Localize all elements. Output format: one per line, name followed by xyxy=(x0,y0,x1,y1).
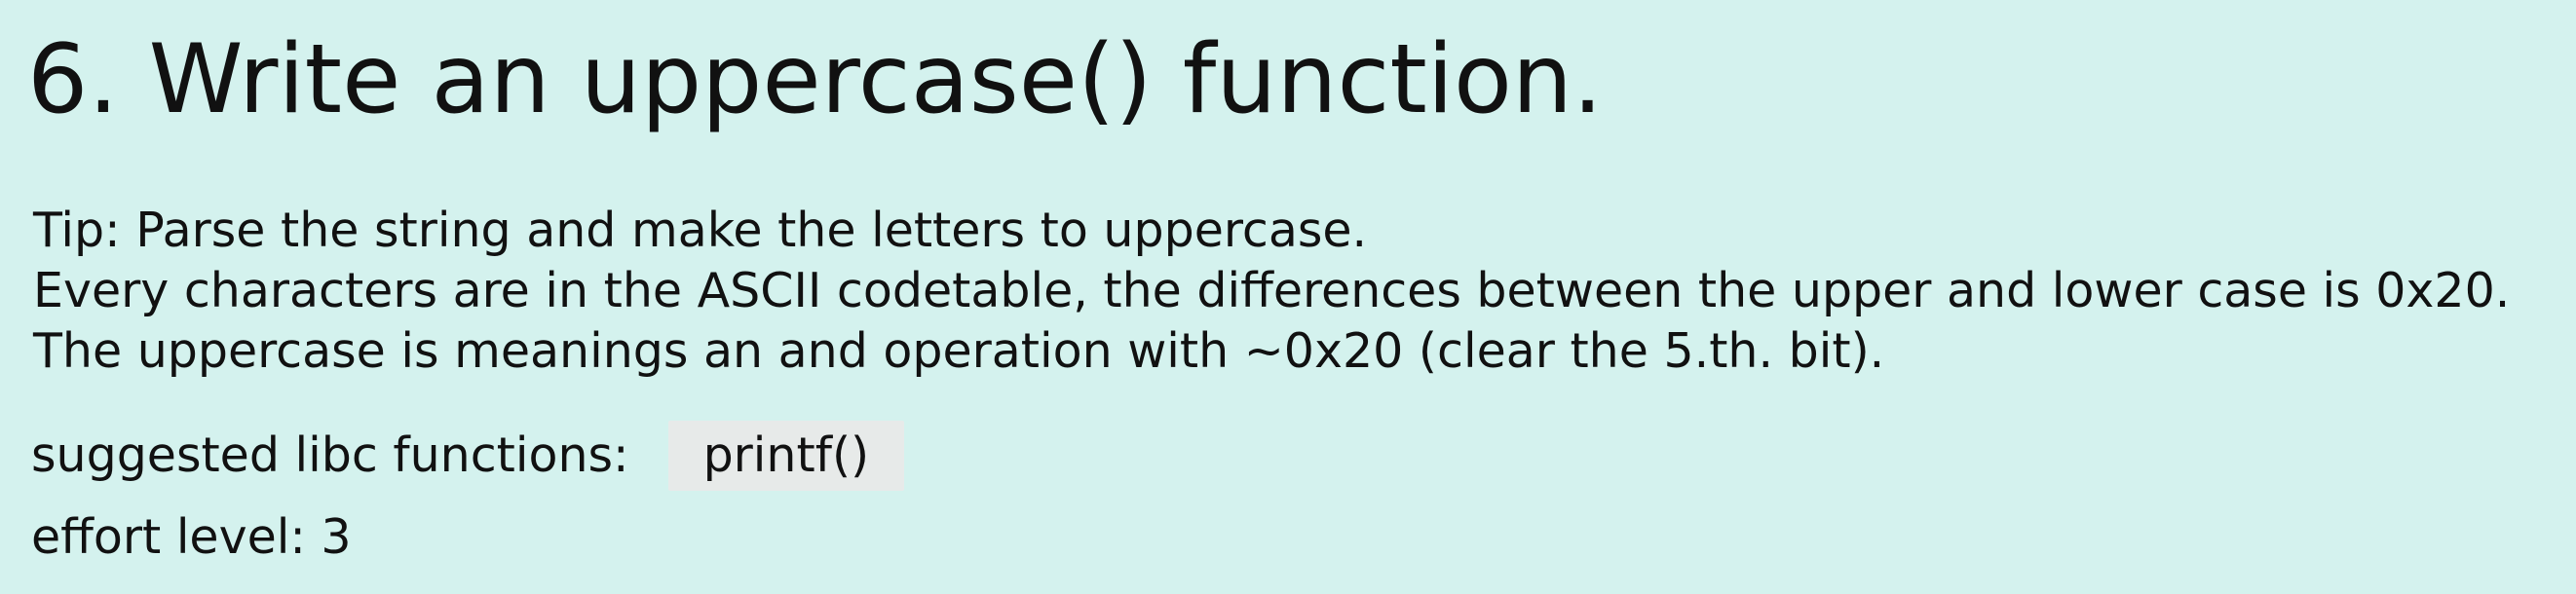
suggested-libc-row: suggested libc functions: printf() xyxy=(31,421,905,491)
tip-paragraph: Tip: Parse the string and make the lette… xyxy=(33,201,2510,382)
effort-level: effort level: 3 xyxy=(31,509,352,565)
libc-function-chip: printf() xyxy=(667,421,905,491)
tip-line: Tip: Parse the string and make the lette… xyxy=(33,203,1368,258)
tip-line: The uppercase is meanings an and operati… xyxy=(33,323,1885,379)
tip-line: Every characters are in the ASCII codeta… xyxy=(33,263,2511,318)
page-title: 6. Write an uppercase() function. xyxy=(27,24,1604,135)
suggested-libc-label: suggested libc functions: xyxy=(31,427,629,483)
